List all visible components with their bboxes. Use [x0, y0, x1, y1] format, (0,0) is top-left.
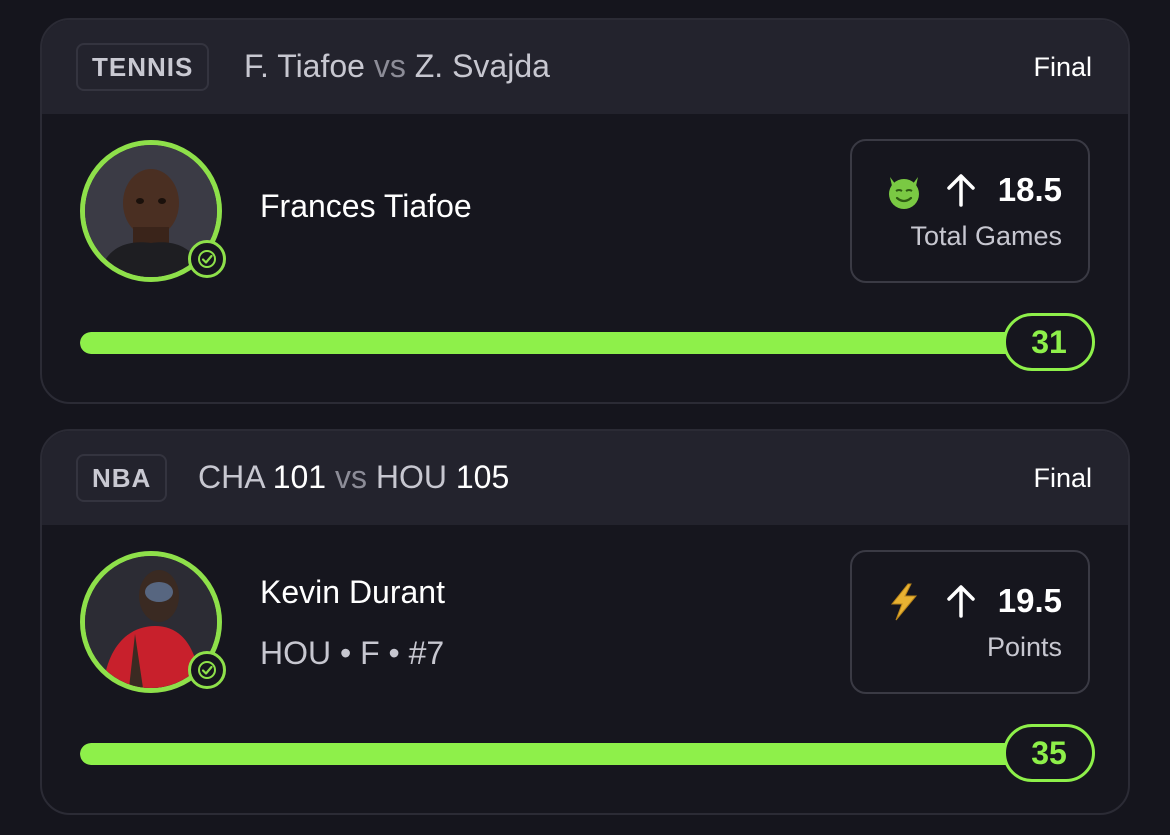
team-2: Z. Svajda [414, 48, 550, 84]
pick-stat-label: Total Games [910, 221, 1062, 251]
check-icon [188, 651, 226, 689]
check-icon [188, 240, 226, 278]
pick-stat-label: Points [986, 632, 1062, 662]
pick-line-box[interactable]: 18.5 Total Games [850, 139, 1090, 283]
devil-emoji-icon [889, 177, 919, 209]
progress-bar [80, 743, 1040, 765]
team-1: F. Tiafoe [244, 48, 365, 84]
vs-label: vs [373, 48, 406, 84]
team-1: CHA [198, 459, 264, 495]
game-status: Final [1033, 52, 1092, 82]
team-2: HOU [375, 459, 447, 495]
progress-fill [80, 743, 1040, 765]
vs-label: vs [334, 459, 367, 495]
team-1-score: 101 [272, 459, 327, 495]
player-avatar[interactable] [80, 140, 226, 282]
lightning-icon [890, 583, 918, 621]
up-arrow-icon [947, 174, 975, 207]
team-2-score: 105 [455, 459, 510, 495]
matchup: F. Tiafoe vs Z. Svajda [244, 48, 550, 85]
pick-card-nba[interactable]: NBA CHA 101 vs HOU 105 Final Kevin Duran… [40, 429, 1130, 815]
league-badge: TENNIS [76, 43, 210, 91]
progress-bar [80, 332, 1040, 354]
league-badge: NBA [76, 454, 168, 502]
pick-line-value: 18.5 [997, 171, 1062, 208]
up-arrow-icon [947, 585, 975, 618]
result-value-pill: 35 [1003, 724, 1095, 782]
pick-line-box[interactable]: 19.5 Points [850, 550, 1090, 694]
player-avatar[interactable] [80, 551, 226, 693]
matchup: CHA 101 vs HOU 105 [198, 459, 509, 496]
card-header: TENNIS F. Tiafoe vs Z. Svajda Final [42, 20, 1128, 114]
pick-card-tennis[interactable]: TENNIS F. Tiafoe vs Z. Svajda Final Fran… [40, 18, 1130, 404]
player-meta: HOU • F • #7 [260, 635, 445, 671]
player-name: Frances Tiafoe [260, 188, 472, 224]
pick-line-value: 19.5 [997, 582, 1062, 619]
player-name: Kevin Durant [260, 574, 445, 610]
game-status: Final [1033, 463, 1092, 493]
progress-fill [80, 332, 1040, 354]
card-header: NBA CHA 101 vs HOU 105 Final [42, 431, 1128, 525]
result-value-pill: 31 [1003, 313, 1095, 371]
